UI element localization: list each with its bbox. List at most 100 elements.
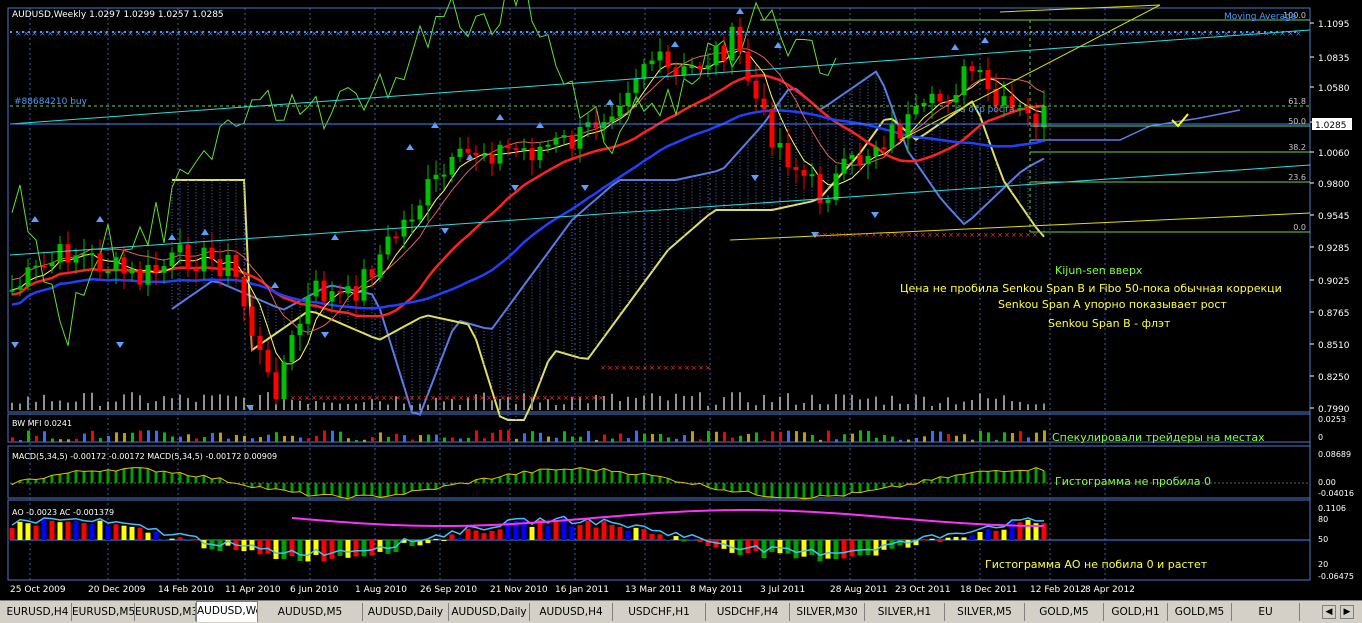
candle-body xyxy=(201,247,207,272)
candle-body xyxy=(657,51,663,61)
volume-bar xyxy=(963,401,965,410)
price-label-2: 1.0580 xyxy=(1318,84,1350,94)
tab-gold-m5[interactable]: GOLD,M5 xyxy=(1168,603,1232,621)
volume-bar xyxy=(987,398,989,410)
volume-bar xyxy=(155,401,157,410)
mfi-bar xyxy=(755,432,758,442)
x-marker: × xyxy=(395,394,401,402)
x-marker-blue: × xyxy=(767,29,774,38)
x-marker-blue: × xyxy=(935,29,942,38)
mfi-bar xyxy=(995,439,998,442)
x-marker-blue: × xyxy=(807,29,814,38)
x-marker-blue: × xyxy=(215,29,222,38)
candle-body xyxy=(929,93,935,103)
x-marker: × xyxy=(1032,231,1038,239)
mfi-bar xyxy=(643,433,646,442)
mfi-bar xyxy=(107,435,110,442)
candle-body xyxy=(393,236,399,239)
volume-bar xyxy=(739,392,741,410)
tab-audusd-weekly[interactable]: AUDUSD,Weekly xyxy=(196,601,258,622)
tab-eurusd-m5[interactable]: EURUSD,M5 xyxy=(72,603,135,621)
candle-body xyxy=(313,280,319,297)
tab-scroll-left-icon[interactable]: ◀ xyxy=(1322,605,1336,619)
candle-body xyxy=(409,219,415,222)
volume-bar xyxy=(419,403,421,410)
x-marker: × xyxy=(577,394,583,402)
x-marker-blue: × xyxy=(135,29,142,38)
tab-audusd-daily[interactable]: AUDUSD,Daily xyxy=(363,603,449,621)
tab-silver-m30[interactable]: SILVER,M30 xyxy=(790,603,865,621)
volume-bar xyxy=(723,397,725,410)
tab-audusd-m5[interactable]: AUDUSD,M5 xyxy=(258,603,363,621)
candle-body xyxy=(329,291,335,302)
mfi-bar xyxy=(155,430,158,442)
tab-eu[interactable]: EU xyxy=(1232,603,1300,621)
x-marker-blue: × xyxy=(839,29,846,38)
volume-bar xyxy=(771,402,773,410)
x-marker-blue: × xyxy=(191,29,198,38)
mfi-bar xyxy=(771,431,774,442)
volume-bar xyxy=(299,400,301,410)
x-marker-blue: × xyxy=(967,29,974,38)
x-marker-blue: × xyxy=(143,29,150,38)
x-marker: × xyxy=(311,394,317,402)
x-marker: × xyxy=(684,364,690,372)
volume-bar xyxy=(915,394,917,410)
candle-body xyxy=(945,101,951,104)
candle-body xyxy=(809,174,815,177)
candle-body xyxy=(257,335,263,350)
candle-body xyxy=(49,262,55,267)
tab-gold-h1[interactable]: GOLD,H1 xyxy=(1104,603,1168,621)
tab-audusd-h4[interactable]: AUDUSD,H4 xyxy=(530,603,613,621)
mfi-bar xyxy=(67,439,70,442)
x-marker: × xyxy=(500,394,506,402)
candle-body xyxy=(689,66,695,69)
x-marker: × xyxy=(388,394,394,402)
x-marker: × xyxy=(507,394,513,402)
tab-silver-h1[interactable]: SILVER,H1 xyxy=(865,603,945,621)
candle-body xyxy=(121,257,127,274)
x-marker-blue: × xyxy=(783,29,790,38)
candle-body xyxy=(913,105,919,115)
tab-scroll-right-icon[interactable]: ▶ xyxy=(1340,605,1354,619)
x-marker-blue: × xyxy=(1239,29,1246,38)
tab-silver-m5[interactable]: SILVER,M5 xyxy=(945,603,1025,621)
x-marker: × xyxy=(304,394,310,402)
tab-eurusd-h4[interactable]: EURUSD,H4 xyxy=(4,603,72,621)
volume-bar xyxy=(331,402,333,410)
mfi-bar xyxy=(955,435,958,442)
volume-bar xyxy=(931,405,933,410)
x-marker-blue: × xyxy=(463,29,470,38)
candle-body xyxy=(953,95,959,103)
x-marker: × xyxy=(997,231,1003,239)
chart-canvas[interactable]: × × × × × × × × × × × × × × × × × × × × × × × × × × × × × × × × × × × × × × × ×… xyxy=(0,0,1362,600)
x-marker-blue: × xyxy=(495,29,502,38)
mfi-bar xyxy=(779,431,782,442)
mfi-bar xyxy=(907,439,910,442)
tab-usdchf-h4[interactable]: USDCHF,H4 xyxy=(706,603,790,621)
x-marker-blue: × xyxy=(927,29,934,38)
x-marker: × xyxy=(325,394,331,402)
candle-body xyxy=(841,158,847,174)
volume-bar xyxy=(627,396,629,410)
x-marker-blue: × xyxy=(895,29,902,38)
candle-body xyxy=(633,78,639,93)
tab-gold-m5[interactable]: GOLD,M5 xyxy=(1025,603,1104,621)
x-marker-blue: × xyxy=(1279,29,1286,38)
x-marker-blue: × xyxy=(527,29,534,38)
candle-body xyxy=(985,70,991,89)
mfi-bar xyxy=(331,430,334,442)
x-marker-blue: × xyxy=(1151,29,1158,38)
tab-audusd-daily[interactable]: AUDUSD,Daily xyxy=(449,603,530,621)
volume-bar xyxy=(1019,401,1021,410)
x-marker-blue: × xyxy=(799,29,806,38)
annotation-kijun: Kijun-sen вверх xyxy=(1055,264,1143,277)
volume-bar xyxy=(427,404,429,410)
x-marker-blue: × xyxy=(887,29,894,38)
x-marker: × xyxy=(920,231,926,239)
x-marker: × xyxy=(990,231,996,239)
tab-eurusd-m30[interactable]: EURUSD,M30 xyxy=(135,603,196,621)
x-marker-blue: × xyxy=(455,29,462,38)
tab-usdchf-h1[interactable]: USDCHF,H1 xyxy=(613,603,706,621)
volume-bar xyxy=(347,403,349,410)
